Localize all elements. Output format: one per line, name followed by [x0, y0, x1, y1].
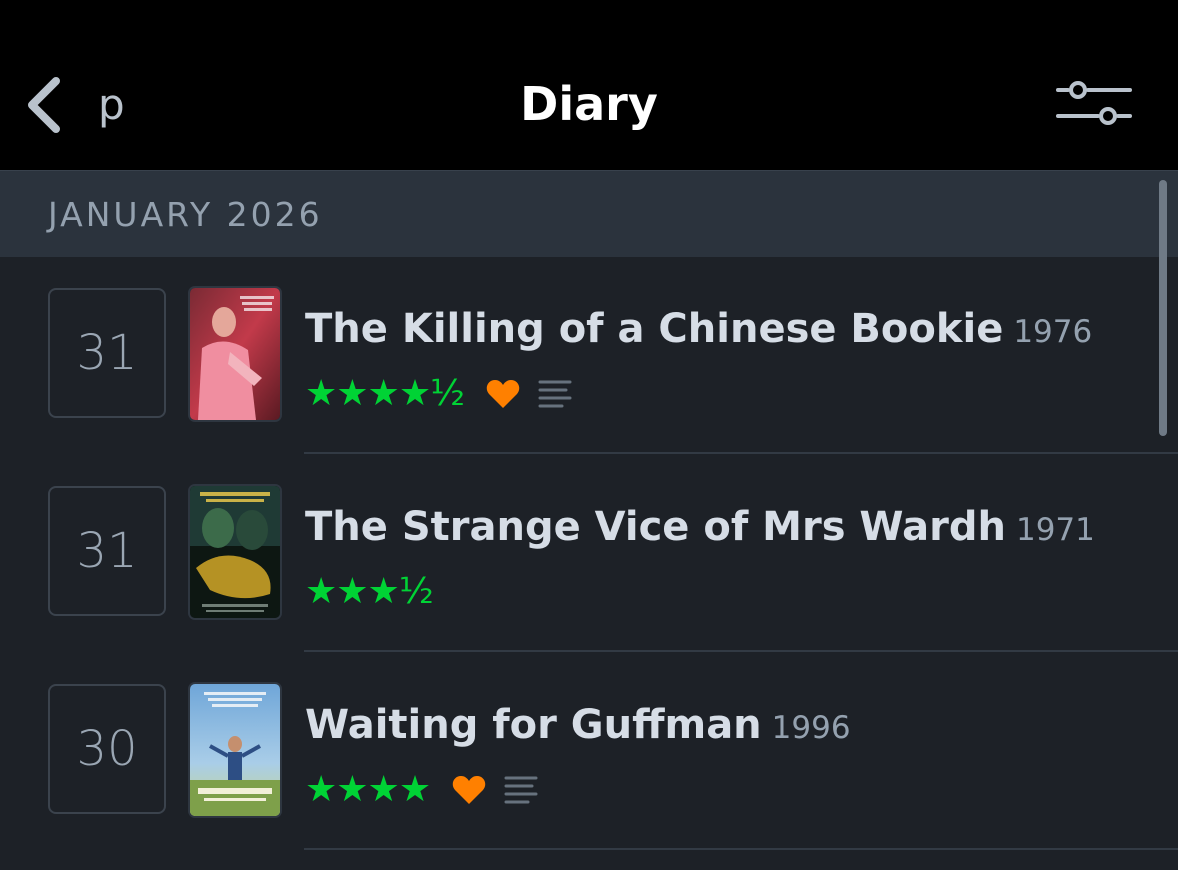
- page-title: Diary: [520, 77, 658, 131]
- star-rating: ★★★★: [305, 769, 431, 810]
- entry-meta: ★★★★½: [305, 372, 572, 416]
- film-title: The Killing of a Chinese Bookie: [305, 306, 1004, 352]
- film-title-line: The Killing of a Chinese Bookie 1976: [305, 304, 1092, 362]
- filter-button[interactable]: [1054, 78, 1134, 130]
- diary-entry[interactable]: 31 The Strange Vice of Mrs Wardh 1971 ★★★…: [0, 454, 1178, 652]
- heart-icon: [452, 776, 486, 804]
- diary-entry[interactable]: 31 The Killing of a Chinese Bookie 1976 ★…: [0, 256, 1178, 454]
- entry-meta: ★★★★: [305, 768, 538, 812]
- month-section-header: JANUARY 2026: [0, 170, 1178, 257]
- film-title-line: The Strange Vice of Mrs Wardh 1971: [305, 502, 1095, 560]
- film-year: 1976: [1013, 314, 1093, 350]
- row-divider: [304, 848, 1178, 850]
- film-year: 1996: [771, 710, 851, 746]
- day-badge: 31: [48, 288, 166, 418]
- entry-meta: ★★★½: [305, 570, 434, 614]
- heart-icon: [486, 380, 520, 408]
- film-title: Waiting for Guffman: [305, 702, 762, 748]
- star-rating: ★★★½: [305, 571, 434, 612]
- navigation-bar: p Diary: [0, 0, 1178, 170]
- film-poster[interactable]: [190, 486, 280, 618]
- sliders-icon: [1056, 81, 1132, 125]
- day-badge: 31: [48, 486, 166, 616]
- film-title: The Strange Vice of Mrs Wardh: [305, 504, 1006, 550]
- review-text-icon: [538, 380, 572, 408]
- star-rating: ★★★★½: [305, 373, 465, 414]
- scrollbar[interactable]: [1159, 180, 1167, 436]
- film-poster[interactable]: [190, 684, 280, 816]
- review-text-icon: [504, 776, 538, 804]
- film-title-line: Waiting for Guffman 1996: [305, 700, 851, 758]
- diary-entry[interactable]: 30 Waiting for Guffman 1996 ★★★★: [0, 652, 1178, 850]
- day-badge: 30: [48, 684, 166, 814]
- month-label: JANUARY 2026: [48, 195, 323, 234]
- film-year: 1971: [1015, 512, 1095, 548]
- film-poster[interactable]: [190, 288, 280, 420]
